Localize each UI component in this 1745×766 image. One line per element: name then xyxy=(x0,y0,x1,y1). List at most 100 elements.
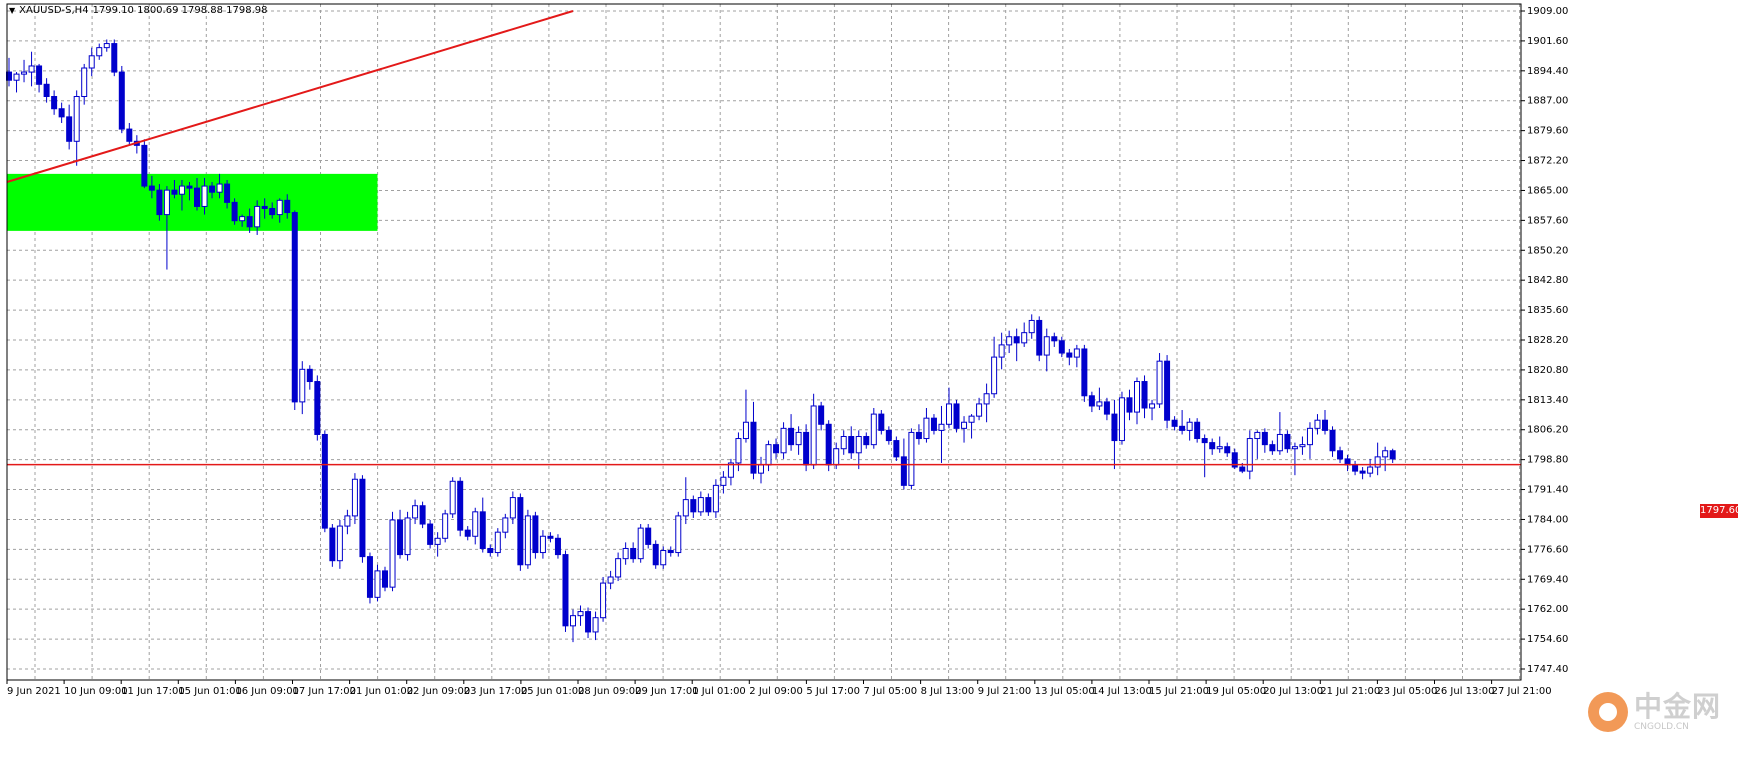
candle xyxy=(449,477,456,518)
collapse-triangle-icon[interactable]: ▼ xyxy=(9,6,15,15)
candle-body-bull xyxy=(720,476,727,486)
candle xyxy=(1043,328,1050,372)
candle xyxy=(1352,460,1359,476)
candle-body-bear xyxy=(825,423,832,466)
candle-body-bull xyxy=(1096,401,1103,407)
candle xyxy=(502,513,509,539)
candle-body-bull xyxy=(607,576,614,584)
candle-body-bear xyxy=(1261,431,1268,446)
candle xyxy=(13,72,20,93)
candle-body-bull xyxy=(374,570,381,598)
candle xyxy=(299,361,306,415)
candle-body-bear xyxy=(705,497,712,513)
candle-body-bull xyxy=(1299,444,1306,448)
candle xyxy=(1051,332,1058,347)
candle-body-bear xyxy=(224,183,231,203)
candle-body-bull xyxy=(344,515,351,527)
candle-body-bull xyxy=(239,216,246,222)
candle xyxy=(472,507,479,545)
candle-body-bull xyxy=(216,183,223,193)
candle-body-bear xyxy=(171,189,178,195)
candle-body-bear xyxy=(1013,336,1020,344)
x-tick-label: 21 Jul 21:00 xyxy=(1320,686,1380,697)
candle-body-bear xyxy=(1164,360,1171,421)
candle-body-bull xyxy=(870,413,877,446)
candle-body-bull xyxy=(21,71,28,75)
candle xyxy=(336,519,343,569)
candle-body-bull xyxy=(1073,348,1080,358)
candle-body-bull xyxy=(1021,332,1028,344)
candle-body-bull xyxy=(1216,446,1223,450)
y-tick-label: 1857.60 xyxy=(1527,215,1568,226)
candle xyxy=(404,511,411,561)
candle xyxy=(645,524,652,549)
candle-body-bull xyxy=(946,403,952,425)
candle-body-bear xyxy=(900,456,907,486)
candle-body-bull xyxy=(795,431,802,446)
x-tick-label: 21 Jun 01:00 xyxy=(350,686,414,697)
drawn-lines-layer xyxy=(6,10,1521,466)
candle xyxy=(968,414,975,439)
candle xyxy=(1216,436,1223,453)
candle-body-bear xyxy=(148,185,155,191)
candle-body-bear xyxy=(1126,397,1133,413)
candle-body-bear xyxy=(630,547,637,560)
grid-lines xyxy=(7,4,1521,680)
x-tick-label: 22 Jun 09:00 xyxy=(407,686,471,697)
candle xyxy=(1254,430,1261,459)
candle-body-bear xyxy=(1066,352,1073,358)
candle xyxy=(442,509,449,543)
candle xyxy=(1314,414,1321,435)
candle xyxy=(1021,322,1028,347)
y-tick-label: 1813.40 xyxy=(1527,395,1568,406)
candle-body-bear xyxy=(457,480,464,531)
candle-body-bear xyxy=(321,433,328,529)
candle-body-bear xyxy=(554,537,561,556)
candle-body-bull xyxy=(660,550,667,566)
candle-body-bear xyxy=(645,527,652,545)
y-tick-label: 1769.40 xyxy=(1527,574,1568,585)
candle xyxy=(592,611,599,641)
price-chart[interactable]: 1909.00 1901.60 1894.40 1887.00 1879.60 1872.… xyxy=(0,0,1745,766)
candle xyxy=(637,524,644,563)
candle xyxy=(622,542,629,565)
candle-body-bull xyxy=(1043,336,1050,356)
candle-body-bear xyxy=(1201,438,1208,444)
candle xyxy=(554,534,561,559)
candle-body-bull xyxy=(622,547,629,560)
candle-body-bull xyxy=(742,421,749,440)
candle xyxy=(374,564,381,602)
candle-body-bear xyxy=(1224,446,1231,454)
candle-body-bear xyxy=(58,108,65,118)
y-tick-label: 1887.00 xyxy=(1527,96,1568,107)
candle xyxy=(1344,454,1351,472)
watermark-en: CNGOLD.CN xyxy=(1634,722,1689,732)
candle xyxy=(1088,391,1095,413)
supply-zone-layer xyxy=(7,173,378,231)
candle xyxy=(1276,412,1283,455)
y-tick-label: 1909.00 xyxy=(1527,6,1568,17)
candle-body-bull xyxy=(449,480,456,515)
candle xyxy=(675,511,682,557)
candle-body-bear xyxy=(1171,419,1178,427)
candle-body-bear xyxy=(366,556,373,598)
y-tick-label: 1842.80 xyxy=(1527,275,1568,286)
candle-body-bull xyxy=(938,423,945,431)
candle xyxy=(727,458,734,486)
chart-window[interactable]: 1909.00 1901.60 1894.40 1887.00 1879.60 1872.… xyxy=(0,0,1745,766)
x-tick-label: 15 Jun 01:00 xyxy=(178,686,242,697)
candle xyxy=(758,456,764,484)
candle-body-bull xyxy=(983,393,990,405)
candle xyxy=(524,509,531,569)
x-tick-label: 19 Jul 05:00 xyxy=(1206,686,1266,697)
candle xyxy=(1066,348,1073,366)
candle xyxy=(878,410,885,435)
candle-body-bear xyxy=(690,499,697,513)
candle xyxy=(705,493,712,516)
candle-body-bull xyxy=(675,515,682,554)
candle-body-bull xyxy=(1254,431,1261,440)
candle-body-bear xyxy=(306,368,313,383)
candle-body-bear xyxy=(427,523,434,545)
candle-body-bear xyxy=(773,444,780,454)
x-tick-label: 28 Jun 09:00 xyxy=(578,686,642,697)
